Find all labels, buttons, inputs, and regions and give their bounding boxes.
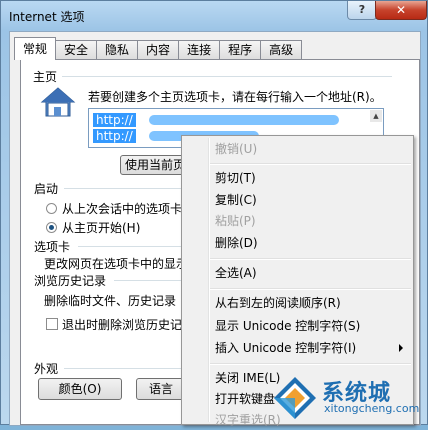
tab-security[interactable]: 安全 (55, 40, 98, 60)
home-url-line-1: http:// (93, 113, 136, 127)
watermark-logo-icon (274, 377, 316, 419)
help-button[interactable]: ? (347, 1, 377, 20)
menu-item-copy[interactable]: 复制(C) (215, 190, 257, 210)
history-description: 删除临时文件、历史记录 (44, 294, 177, 308)
menu-item-undo[interactable]: 撤销(U) (215, 139, 257, 159)
colors-button[interactable]: 颜色(O) (38, 378, 122, 400)
startup-last-session-radio[interactable] (46, 203, 57, 214)
tab-programs[interactable]: 程序 (219, 40, 262, 60)
redacted-url-1 (149, 115, 339, 125)
appearance-group-divider (64, 368, 181, 369)
submenu-arrow-icon (399, 344, 403, 352)
startup-group-label: 启动 (34, 182, 59, 196)
menu-separator (210, 288, 411, 290)
menu-item-show-unicode[interactable]: 显示 Unicode 控制字符(S) (215, 316, 360, 336)
menu-item-close-ime[interactable]: 关闭 IME(L) (215, 368, 280, 388)
menu-separator (210, 258, 411, 260)
menu-item-soft-keyboard[interactable]: 打开软键盘 (215, 389, 275, 409)
home-group-label: 主页 (33, 70, 58, 84)
menu-item-insert-unicode[interactable]: 插入 Unicode 控制字符(I) (215, 338, 356, 358)
tab-general[interactable]: 常规 (14, 37, 57, 60)
tab-content[interactable]: 内容 (137, 40, 180, 60)
startup-homepage-label: 从主页开始(H) (62, 221, 141, 235)
menu-separator (210, 163, 411, 165)
delete-history-on-exit-label: 退出时删除浏览历史记 (62, 318, 183, 332)
tabs-group-divider (78, 246, 181, 247)
home-url-line-2: http:// (93, 129, 136, 143)
title-bar[interactable]: Internet 选项 ? ✕ (1, 1, 427, 31)
home-description: 若要创建多个主页选项卡，请在每行输入一个地址(R)。 (88, 90, 382, 104)
menu-item-cut[interactable]: 剪切(T) (215, 168, 256, 188)
appearance-group-label: 外观 (34, 362, 59, 376)
tab-advanced[interactable]: 高级 (260, 40, 303, 60)
menu-separator (210, 363, 411, 365)
menu-item-rtl-reading-order[interactable]: 从右到左的阅读顺序(R) (215, 293, 341, 313)
menu-item-select-all[interactable]: 全选(A) (215, 263, 257, 283)
home-icon (40, 87, 76, 117)
menu-item-paste[interactable]: 粘贴(P) (215, 211, 256, 231)
startup-group-divider (64, 188, 181, 189)
home-group-divider (62, 76, 392, 77)
tab-strip: 常规 安全 隐私 内容 连接 程序 高级 (14, 37, 303, 60)
tabs-description: 更改网页在选项卡中的显示 (44, 257, 189, 271)
watermark-url: xitongcheng.com (324, 402, 420, 415)
tabs-group-label: 选项卡 (34, 240, 71, 254)
scroll-up-arrow-icon[interactable]: ▲ (370, 110, 382, 122)
close-button[interactable]: ✕ (375, 1, 427, 20)
menu-item-delete[interactable]: 删除(D) (215, 233, 258, 253)
menu-item-reconversion[interactable]: 汉字重选(R) (215, 410, 281, 430)
history-group-label: 浏览历史记录 (34, 274, 107, 288)
delete-history-on-exit-checkbox[interactable] (46, 318, 58, 330)
use-current-button[interactable]: 使用当前页 (120, 155, 190, 175)
history-group-divider (114, 280, 181, 281)
tab-privacy[interactable]: 隐私 (96, 40, 139, 60)
startup-last-session-label: 从上次会话中的选项卡 (62, 202, 183, 216)
window-title: Internet 选项 (9, 10, 85, 24)
startup-homepage-radio[interactable] (46, 222, 57, 233)
tab-connections[interactable]: 连接 (178, 40, 221, 60)
